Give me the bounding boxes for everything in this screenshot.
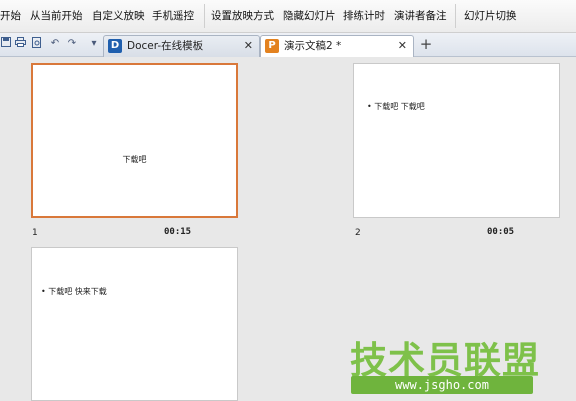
ribbon-from-current-button[interactable]: 从当前开始 bbox=[30, 8, 83, 23]
ribbon-slide-transition-button[interactable]: 幻灯片切换 bbox=[464, 8, 517, 23]
slide-text: 下载吧 bbox=[122, 155, 147, 164]
close-icon[interactable]: ✕ bbox=[244, 36, 253, 56]
new-tab-button[interactable]: + bbox=[418, 36, 434, 52]
tab-docer-templates[interactable]: D Docer-在线模板 ✕ bbox=[103, 35, 260, 57]
document-tab-bar: ↶ ↷ ▾ D Docer-在线模板 ✕ P 演示文稿2 * ✕ + bbox=[0, 33, 576, 57]
slide-text: • 下载吧 快来下载 bbox=[41, 287, 107, 296]
slide-thumbnail-1[interactable]: 下载吧 bbox=[31, 63, 238, 218]
ribbon-rehearse-timing-button[interactable]: 排练计时 bbox=[343, 8, 385, 23]
ribbon-divider bbox=[204, 4, 205, 28]
undo-icon[interactable]: ↶ bbox=[49, 37, 61, 51]
tab-presentation-2[interactable]: P 演示文稿2 * ✕ bbox=[260, 35, 414, 57]
ribbon-speaker-notes-button[interactable]: 演讲者备注 bbox=[394, 8, 447, 23]
ribbon-divider bbox=[455, 4, 456, 28]
dropdown-icon[interactable]: ▾ bbox=[88, 37, 100, 51]
ribbon-hide-slide-button[interactable]: 隐藏幻灯片 bbox=[283, 8, 336, 23]
docer-icon: D bbox=[108, 39, 122, 53]
tab-label: 演示文稿2 * bbox=[284, 40, 342, 52]
ribbon: 开始 从当前开始 自定义放映 手机遥控 设置放映方式 隐藏幻灯片 排练计时 演讲… bbox=[0, 0, 576, 33]
close-icon[interactable]: ✕ bbox=[398, 36, 407, 56]
slide-text: • 下载吧 下载吧 bbox=[367, 102, 425, 111]
print-preview-icon[interactable] bbox=[31, 37, 43, 51]
tab-label: Docer-在线模板 bbox=[127, 40, 204, 52]
ribbon-phone-remote-button[interactable]: 手机遥控 bbox=[152, 8, 194, 23]
print-icon[interactable] bbox=[14, 37, 26, 51]
redo-icon[interactable]: ↷ bbox=[66, 37, 78, 51]
ribbon-setup-show-button[interactable]: 设置放映方式 bbox=[211, 8, 274, 23]
slide-number: 2 bbox=[355, 228, 361, 238]
slide-thumbnail-3[interactable]: • 下载吧 快来下载 bbox=[31, 247, 238, 401]
slide-thumbnail-2[interactable]: • 下载吧 下载吧 bbox=[353, 63, 560, 218]
slide-number: 1 bbox=[32, 228, 38, 238]
presentation-icon: P bbox=[265, 39, 279, 53]
slide-timing: 00:05 bbox=[487, 227, 515, 237]
save-icon[interactable] bbox=[0, 37, 12, 51]
ribbon-custom-show-button[interactable]: 自定义放映 bbox=[92, 8, 145, 23]
ribbon-start-button[interactable]: 开始 bbox=[0, 8, 21, 23]
watermark-url: www.jsgho.com bbox=[351, 376, 533, 394]
watermark-logo: 技术员联盟 www.jsgho.com bbox=[350, 330, 539, 398]
slide-timing: 00:15 bbox=[164, 227, 192, 237]
